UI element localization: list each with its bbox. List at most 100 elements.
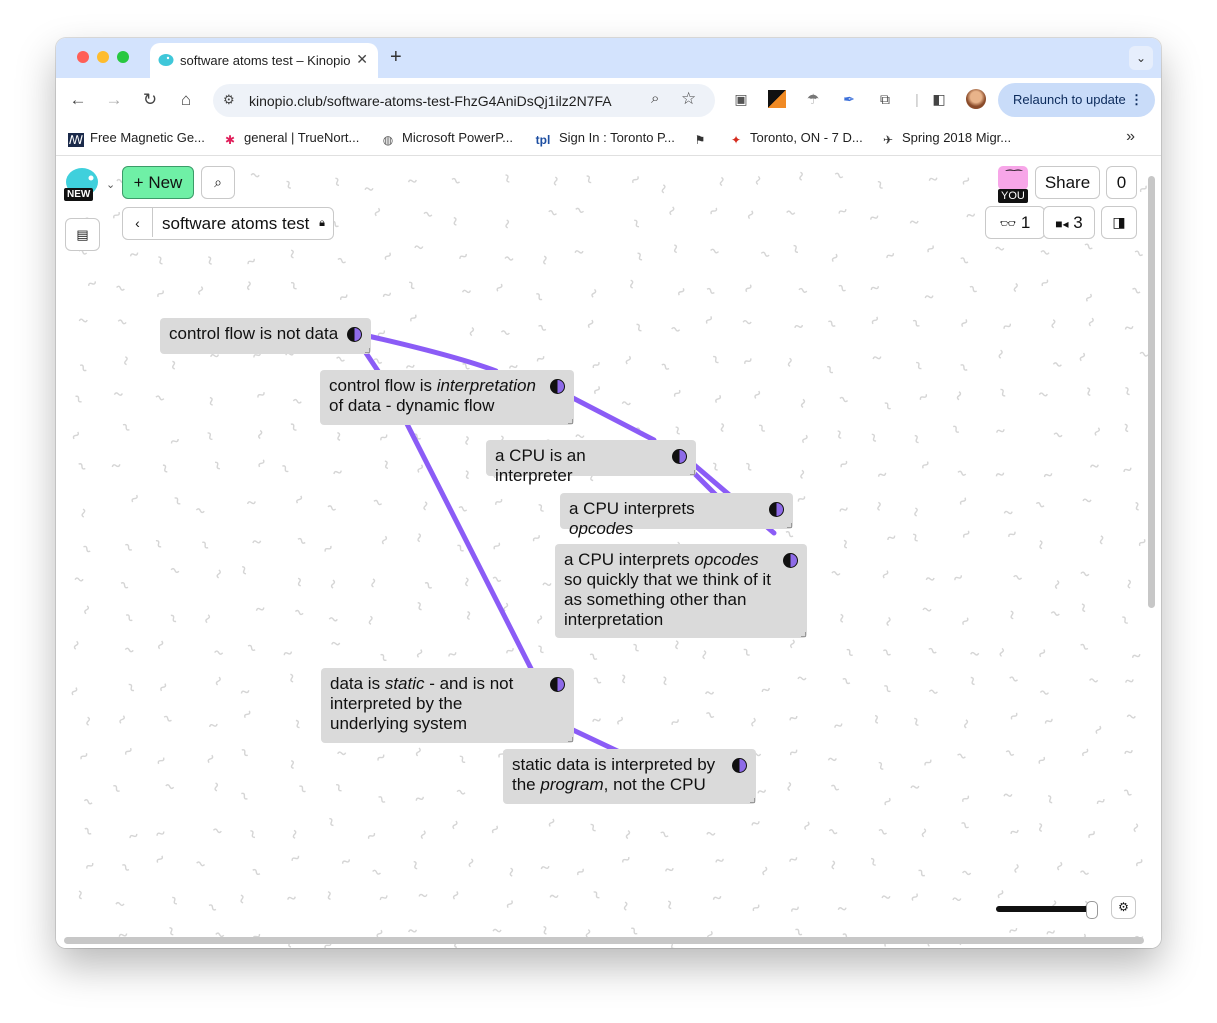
chevron-down-icon[interactable]: ⌄ <box>106 178 115 191</box>
card[interactable]: control flow is interpretation of data -… <box>320 370 574 425</box>
card[interactable]: a CPU interprets opcodes so quickly that… <box>555 544 807 638</box>
bookmark-item[interactable]: ꟿ Free Magnetic Ge... <box>68 130 205 147</box>
space-name[interactable]: software atoms test <box>162 208 309 239</box>
new-card-button[interactable]: + New <box>122 166 194 199</box>
close-tab-icon[interactable]: ✕ <box>356 51 368 68</box>
card-list-icon: ▤ <box>76 227 89 242</box>
more-bookmarks-icon[interactable]: » <box>1126 128 1135 146</box>
connector-icon[interactable] <box>732 758 747 773</box>
card-text: a CPU interprets opcodes so quickly that… <box>564 550 771 629</box>
connector-icon[interactable] <box>769 502 784 517</box>
zoom-icon[interactable]: ⌕ <box>651 90 659 107</box>
zoom-slider-handle[interactable] <box>1086 901 1098 919</box>
profile-avatar[interactable] <box>966 89 986 109</box>
new-tab-icon[interactable]: + <box>390 46 402 69</box>
extension-icon-1[interactable]: ▣ <box>732 90 750 108</box>
tab-strip: software atoms test – Kinopio ✕ + ⌄ <box>56 38 1161 78</box>
connector-icon[interactable] <box>550 379 565 394</box>
panel-icon: ◨ <box>1112 214 1126 230</box>
browser-window: software atoms test – Kinopio ✕ + ⌄ ← → … <box>56 38 1161 948</box>
card[interactable]: static data is interpreted by the progra… <box>503 749 756 804</box>
extension-icon-3[interactable]: ☂ <box>804 90 822 108</box>
resize-handle[interactable] <box>787 523 792 528</box>
site-info-icon[interactable]: ⚙ <box>223 92 235 108</box>
user-face-icon: ⁀⁀ <box>1006 171 1023 182</box>
vertical-scrollbar[interactable] <box>1148 176 1155 608</box>
browser-tab[interactable]: software atoms test – Kinopio ✕ <box>150 43 378 78</box>
horizontal-scrollbar[interactable] <box>64 937 1144 944</box>
tab-search-icon[interactable]: ⌄ <box>1129 46 1153 70</box>
relaunch-button[interactable]: Relaunch to update ⋮ <box>998 83 1155 117</box>
extensions-puzzle-icon[interactable]: ⧉ <box>876 90 894 108</box>
resize-handle[interactable] <box>750 798 755 803</box>
zoom-window-button[interactable] <box>117 51 129 63</box>
back-chevron-icon[interactable]: ‹ <box>123 208 153 237</box>
globe-icon: ◍ <box>382 133 394 147</box>
more-menu-icon[interactable]: ⋮ <box>1130 83 1143 117</box>
bookmark-item[interactable]: ◍ Microsoft PowerP... <box>380 130 513 147</box>
collaborators-button[interactable]: ■◂ 3 <box>1043 206 1095 239</box>
toolbar-divider: | <box>915 91 919 107</box>
magnet-icon: ꟿ <box>68 133 84 147</box>
kinopio-space-canvas[interactable]: NEW ⌄ + New ⌕ ‹ software atoms test 🔒︎ ▤… <box>56 156 1161 948</box>
resize-handle[interactable] <box>568 419 573 424</box>
forward-icon[interactable]: → <box>103 90 125 110</box>
readers-button[interactable]: 👓︎ 1 <box>985 206 1045 239</box>
video-camera-icon: ■◂ <box>1055 217 1069 231</box>
card[interactable]: control flow is not data <box>160 318 371 354</box>
zoom-slider[interactable] <box>996 900 1098 919</box>
search-icon: ⌕ <box>214 174 222 190</box>
address-bar[interactable]: ⚙ kinopio.club/software-atoms-test-FhzG4… <box>213 84 715 117</box>
tab-title: software atoms test – Kinopio <box>180 53 350 68</box>
back-icon[interactable]: ← <box>67 90 89 110</box>
browser-toolbar: ← → ↻ ⌂ ⚙ kinopio.club/software-atoms-te… <box>56 78 1161 123</box>
bookmark-item[interactable]: ✦ Toronto, ON - 7 D... <box>728 130 863 147</box>
card-text: static data is interpreted by the progra… <box>512 755 716 794</box>
bookmark-item[interactable]: ✈ Spring 2018 Migr... <box>880 130 1011 147</box>
extension-icon-2[interactable] <box>768 90 786 108</box>
card-text: a CPU is an interpreter <box>495 446 586 485</box>
close-window-button[interactable] <box>77 51 89 63</box>
connector-icon[interactable] <box>783 553 798 568</box>
reload-icon[interactable]: ↻ <box>139 90 161 110</box>
bookmark-item[interactable]: ⚑ <box>692 130 714 147</box>
share-button[interactable]: Share <box>1035 166 1100 199</box>
sidebar-panel-button[interactable]: ◨ <box>1101 206 1137 239</box>
maple-leaf-icon: ✦ <box>730 133 742 147</box>
sidebar-toggle-button[interactable]: ▤ <box>65 218 100 251</box>
bookmark-star-icon[interactable]: ☆ <box>681 89 696 109</box>
card[interactable]: a CPU interprets opcodes <box>560 493 793 538</box>
card-text: data is static - and is not interpreted … <box>330 674 514 733</box>
connector-icon[interactable] <box>347 327 362 342</box>
new-badge: NEW <box>64 188 94 201</box>
resize-handle[interactable] <box>690 470 695 475</box>
resize-handle[interactable] <box>568 737 573 742</box>
slack-icon: ✱ <box>224 133 236 147</box>
card[interactable]: a CPU is an interpreter <box>486 440 696 485</box>
bird-icon: ✈ <box>882 133 894 147</box>
sliders-icon: ⚙ <box>1118 900 1129 914</box>
connector-icon[interactable] <box>672 449 687 464</box>
bookmark-item[interactable]: tpl Sign In : Toronto P... <box>533 130 675 147</box>
minimize-window-button[interactable] <box>97 51 109 63</box>
search-button[interactable]: ⌕ <box>201 166 235 199</box>
user-avatar[interactable]: ⁀⁀ <box>998 166 1028 190</box>
notifications-button[interactable]: 0 <box>1106 166 1137 199</box>
connector-icon[interactable] <box>550 677 565 692</box>
side-panel-icon[interactable]: ◧ <box>930 90 948 108</box>
plus-icon: + <box>133 173 144 192</box>
tpl-icon: tpl <box>535 133 551 147</box>
address-url[interactable]: kinopio.club/software-atoms-test-FhzG4An… <box>249 93 612 109</box>
zoom-slider-track <box>996 906 1096 912</box>
lock-icon: 🔒︎ <box>319 217 325 229</box>
home-icon[interactable]: ⌂ <box>175 90 197 110</box>
extension-icon-4[interactable]: ✒ <box>840 90 858 108</box>
relaunch-label: Relaunch to update <box>1013 92 1126 107</box>
bookmark-item[interactable]: ✱ general | TrueNort... <box>222 130 359 147</box>
card[interactable]: data is static - and is not interpreted … <box>321 668 574 743</box>
card-text: control flow is not data <box>169 324 339 343</box>
resize-handle[interactable] <box>365 348 370 353</box>
settings-button[interactable]: ⚙ <box>1111 896 1136 919</box>
resize-handle[interactable] <box>801 632 806 637</box>
space-breadcrumb[interactable]: ‹ software atoms test 🔒︎ <box>122 207 334 240</box>
